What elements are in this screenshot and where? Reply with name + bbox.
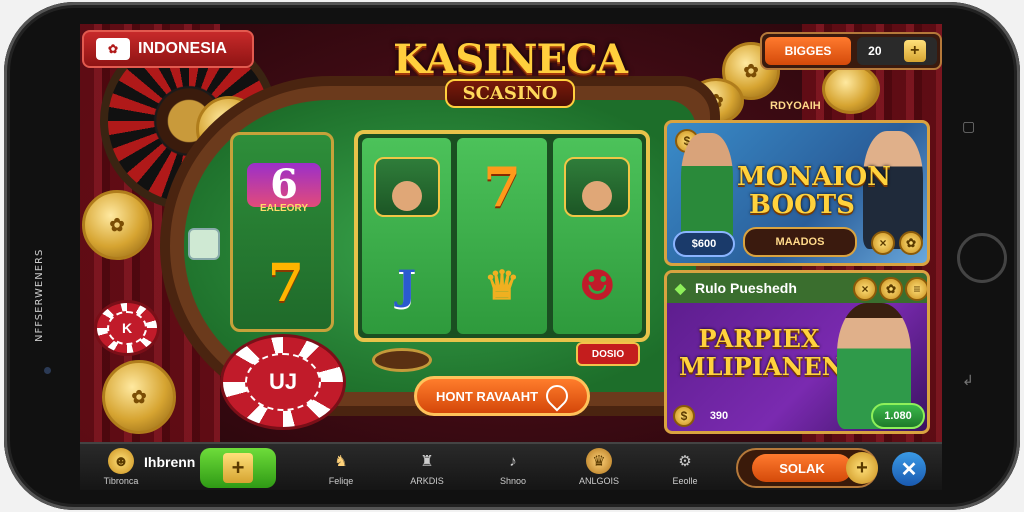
add-button[interactable]: + bbox=[200, 448, 276, 488]
front-camera bbox=[44, 367, 51, 374]
spin-button[interactable]: HONT RAVAAHT bbox=[414, 376, 590, 416]
chip-label: K bbox=[107, 311, 147, 345]
back-icon[interactable]: ↲ bbox=[962, 372, 982, 388]
trumpet-symbol: ♛ bbox=[484, 261, 520, 309]
dealer-man-image bbox=[681, 133, 733, 243]
six-symbol: 6 EALEORY bbox=[247, 163, 321, 223]
gold-coin-icon bbox=[822, 64, 880, 114]
close-coin-icon[interactable]: × bbox=[871, 231, 895, 255]
portrait-symbol bbox=[372, 155, 442, 219]
nav-item-eeolle[interactable]: ⚙ Eeolle bbox=[650, 448, 720, 486]
nav-item-anlgois[interactable]: ♛ ANLGOIS bbox=[564, 448, 634, 486]
promo2-right-amount[interactable]: 1.080 bbox=[871, 403, 925, 429]
diamond-icon: ◆ bbox=[675, 279, 686, 296]
letter-j-symbol: J bbox=[397, 261, 417, 309]
location-pin-icon bbox=[541, 380, 573, 412]
game-logo: KASINECA SCASINO bbox=[393, 36, 628, 126]
plus-icon: + bbox=[223, 453, 253, 483]
balance-bar: BIGGES 20 + bbox=[760, 32, 942, 70]
big-poker-chip-icon: UJ bbox=[220, 334, 346, 430]
bonus-tag[interactable]: DOSIO bbox=[576, 342, 640, 366]
slot-reels[interactable]: J 7 ♛ ☻ bbox=[354, 130, 650, 342]
region-badge[interactable]: ✿ INDONESIA bbox=[82, 30, 254, 68]
reel-2: 7 ♛ bbox=[457, 138, 547, 334]
close-icon[interactable]: ✕ bbox=[892, 452, 926, 486]
big-chip-label: UJ bbox=[245, 353, 321, 411]
bottle-icon: ♜ bbox=[420, 453, 434, 470]
left-reel-panel: 6 EALEORY 7 bbox=[230, 132, 334, 332]
nav-item-arkdis[interactable]: ♜ ARKDIS bbox=[392, 448, 462, 486]
top-label: RDYOAIH bbox=[770, 100, 821, 112]
promo1-price: $600 bbox=[673, 231, 735, 257]
seven-symbol: 7 bbox=[267, 253, 305, 314]
promo1-title: MONAION BOOTS bbox=[737, 162, 891, 220]
gold-coin-icon: ✿ bbox=[82, 190, 152, 260]
balance-value: 20 bbox=[868, 44, 882, 58]
tiger-icon: ☻ bbox=[108, 448, 134, 474]
promo2-left-amount: 390 bbox=[709, 410, 729, 422]
menu-coin-icon[interactable]: ≡ bbox=[905, 277, 927, 301]
reel-3: ☻ bbox=[552, 138, 642, 334]
device-side-text: NFFSERWENERS bbox=[34, 248, 45, 342]
region-flag-icon: ✿ bbox=[96, 38, 130, 60]
logo-subtitle: SCASINO bbox=[444, 79, 576, 108]
close-coin-icon[interactable]: × bbox=[853, 277, 877, 301]
cap-face-symbol: ☻ bbox=[578, 260, 617, 310]
gem-icon bbox=[188, 228, 220, 260]
region-label: INDONESIA bbox=[138, 40, 227, 57]
dog-icon: ♞ bbox=[334, 453, 348, 470]
reel-1: J bbox=[362, 138, 452, 334]
six-symbol-caption: EALEORY bbox=[260, 203, 308, 214]
promo-card-boots[interactable]: $ MONAION BOOTS $600 MAADOS × ✿ bbox=[664, 120, 930, 266]
nav-item-shnoo[interactable]: ♪ Shnoo bbox=[478, 448, 548, 487]
bottom-nav-bar: ☻ Tibronca Ihbrenn Ing + ♞ Feliqe ♜ ARKD… bbox=[80, 442, 942, 490]
logo-title: KASINECA bbox=[393, 36, 628, 83]
cta-button[interactable]: SOLAK bbox=[752, 454, 852, 482]
home-button[interactable] bbox=[957, 233, 1007, 283]
game-screen: ✿ INDONESIA ✿ ✿ ✿ ✿ ✿ K KASINECA SCASINO… bbox=[80, 24, 942, 490]
promo1-button[interactable]: MAADOS bbox=[743, 227, 857, 257]
promo2-title: PARPIEX MLIPIANEN bbox=[679, 324, 844, 381]
balance-display: 20 + bbox=[857, 37, 937, 65]
seven-symbol: 7 bbox=[483, 155, 521, 219]
cta-group: SOLAK + bbox=[736, 448, 878, 488]
lion-icon: ♛ bbox=[586, 448, 612, 474]
poker-chip-icon: K bbox=[94, 300, 160, 356]
add-balance-icon[interactable]: + bbox=[903, 40, 926, 62]
currency-button[interactable]: BIGGES bbox=[765, 37, 851, 65]
settings-coin-icon[interactable]: ✿ bbox=[879, 277, 903, 301]
star-coin-icon[interactable]: ✿ bbox=[899, 231, 923, 255]
spin-button-label: HONT RAVAAHT bbox=[435, 388, 539, 404]
portrait-symbol bbox=[562, 155, 632, 219]
gold-coin-icon: ✿ bbox=[102, 360, 176, 434]
nav-item-feliqe[interactable]: ♞ Feliqe bbox=[306, 448, 376, 486]
left-coin-icon: $ bbox=[673, 405, 695, 427]
promo-card-parpiex[interactable]: ◆ Rulo Pueshedh × ✿ ≡ PARPIEX MLIPIANEN … bbox=[664, 270, 930, 434]
whistle-icon: ♪ bbox=[509, 452, 517, 470]
recent-apps-icon[interactable]: ▢ bbox=[962, 118, 982, 134]
cta-plus-icon[interactable]: + bbox=[846, 452, 878, 484]
coin-slot bbox=[372, 348, 432, 372]
gear-icon: ⚙ bbox=[678, 453, 692, 470]
